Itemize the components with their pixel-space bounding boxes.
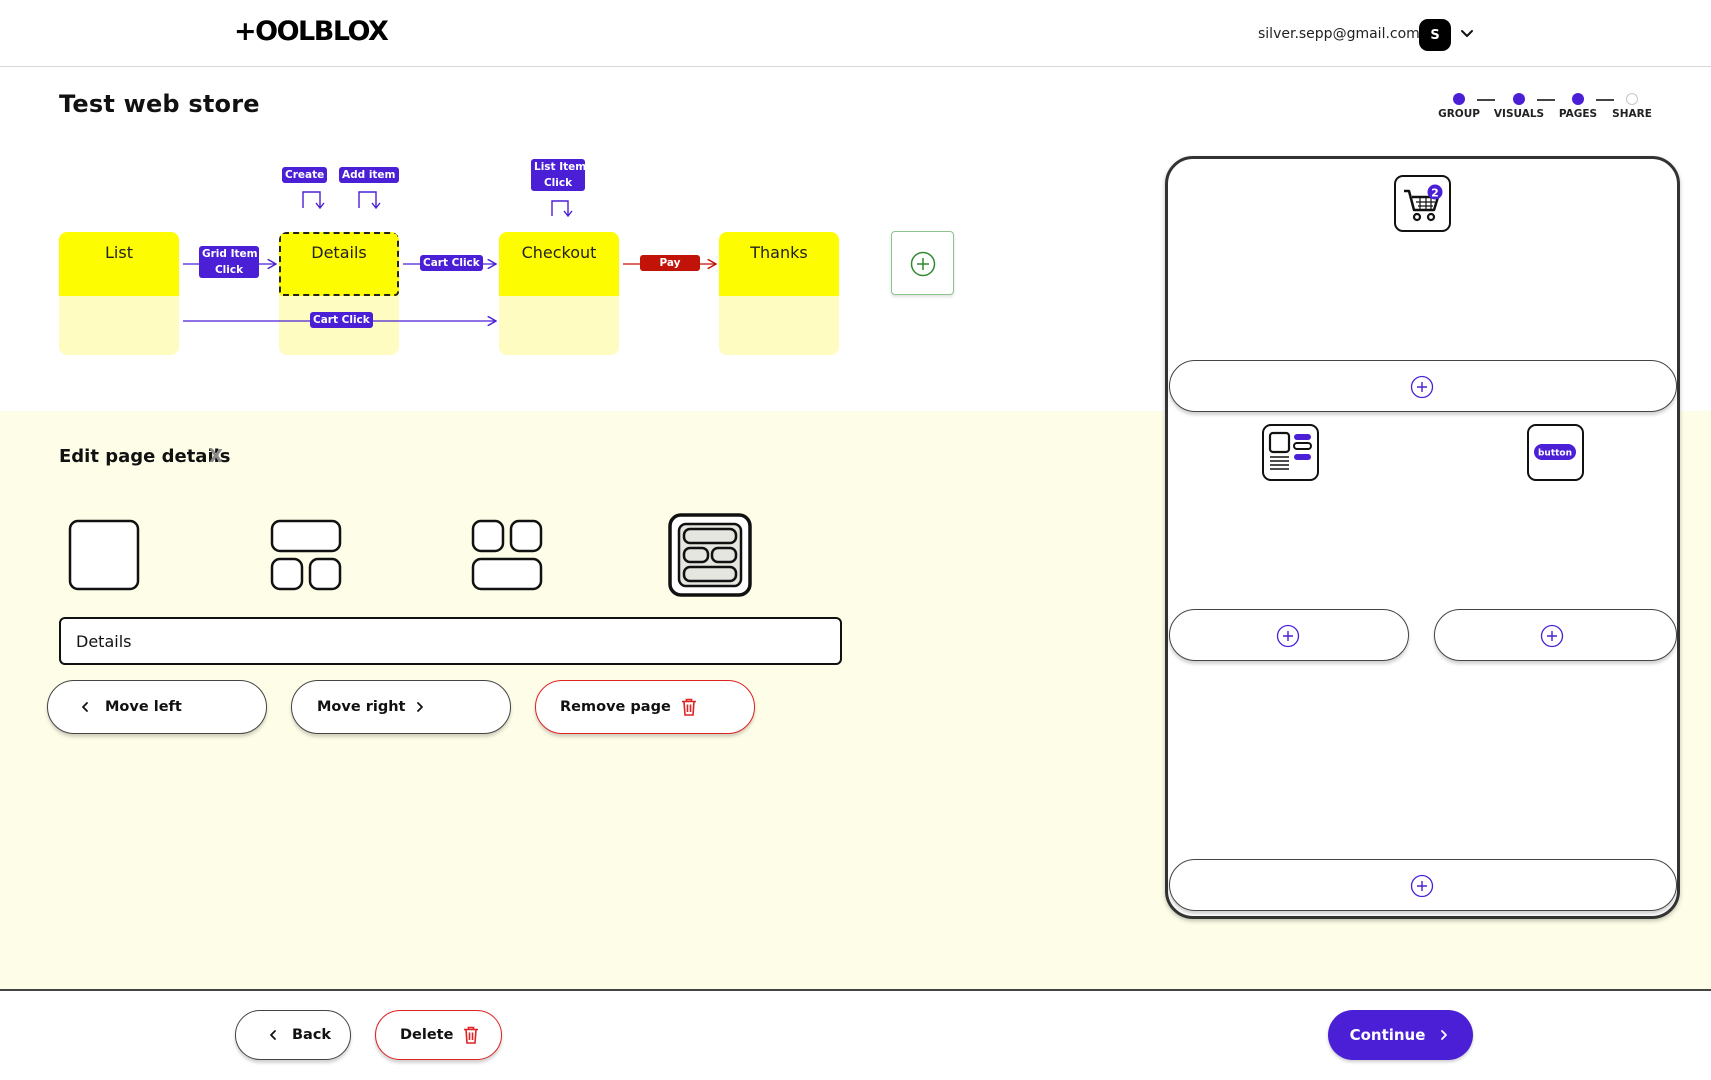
layout-option-top-two-bottom[interactable] bbox=[269, 518, 345, 594]
move-left-button[interactable]: Move left bbox=[47, 680, 267, 734]
drop-zone-row-2-right[interactable] bbox=[1434, 609, 1677, 661]
event-line: Click bbox=[214, 264, 244, 276]
remove-page-button[interactable]: Remove page bbox=[535, 680, 755, 734]
close-edit-button[interactable]: X bbox=[209, 446, 223, 467]
step-label-visuals: VISUALS bbox=[1493, 108, 1545, 120]
edit-panel-title: Edit page details bbox=[59, 446, 231, 467]
event-cart-click[interactable]: Cart Click bbox=[420, 255, 483, 271]
button-widget[interactable]: button bbox=[1527, 424, 1584, 481]
event-line: Click bbox=[543, 177, 573, 189]
chevron-down-icon[interactable] bbox=[1459, 25, 1475, 41]
shopping-cart-icon: 2 bbox=[1404, 184, 1443, 222]
step-connector bbox=[1537, 99, 1555, 101]
plus-circle-icon[interactable] bbox=[1410, 375, 1434, 399]
chevron-left-icon bbox=[82, 702, 88, 712]
avatar[interactable]: S bbox=[1419, 19, 1451, 51]
step-connector bbox=[1477, 99, 1495, 101]
chevron-right-icon bbox=[417, 702, 424, 712]
trash-icon bbox=[464, 1026, 479, 1044]
layout-option-single[interactable] bbox=[67, 518, 143, 594]
footer-divider bbox=[0, 989, 1711, 991]
phone-preview: 2 button bbox=[1165, 156, 1680, 919]
step-dot-pages[interactable] bbox=[1572, 93, 1584, 105]
chevron-right-icon bbox=[1441, 1030, 1448, 1040]
continue-label: Continue bbox=[1349, 1026, 1426, 1044]
move-right-label: Move right bbox=[317, 699, 406, 715]
delete-label: Delete bbox=[400, 1027, 454, 1043]
back-button[interactable]: Back bbox=[235, 1010, 351, 1060]
article-widget[interactable] bbox=[1262, 424, 1319, 481]
continue-button[interactable]: Continue bbox=[1328, 1010, 1473, 1060]
flow-connectors bbox=[183, 191, 1000, 400]
cart-badge-count: 2 bbox=[1431, 187, 1439, 200]
plus-circle-icon[interactable] bbox=[1410, 874, 1434, 898]
delete-button[interactable]: Delete bbox=[375, 1010, 502, 1060]
plus-circle-icon[interactable] bbox=[1540, 624, 1564, 648]
event-create[interactable]: Create bbox=[282, 167, 328, 183]
article-layout-icon bbox=[1268, 431, 1312, 470]
drop-zone-row-3[interactable] bbox=[1169, 859, 1677, 911]
layout-option-three-rows-selected[interactable] bbox=[668, 513, 753, 598]
layout-option-two-top-bottom[interactable] bbox=[470, 518, 546, 594]
button-widget-label: button bbox=[1538, 449, 1572, 459]
drop-zone-row-2-left[interactable] bbox=[1169, 609, 1409, 661]
event-line: List Item bbox=[534, 161, 587, 173]
step-dot-group[interactable] bbox=[1453, 93, 1465, 105]
button-widget-icon: button bbox=[1534, 444, 1576, 460]
move-left-label: Move left bbox=[105, 699, 182, 715]
trash-icon bbox=[681, 698, 696, 716]
chevron-left-icon bbox=[270, 1030, 276, 1040]
drop-zone-row-1[interactable] bbox=[1169, 360, 1677, 412]
cart-widget[interactable]: 2 bbox=[1394, 175, 1451, 232]
step-dot-visuals[interactable] bbox=[1513, 93, 1525, 105]
event-line: Grid Item bbox=[202, 248, 258, 260]
move-right-button[interactable]: Move right bbox=[291, 680, 511, 734]
plus-circle-icon bbox=[910, 251, 936, 277]
add-page-button[interactable] bbox=[891, 231, 954, 295]
user-email: silver.sepp@gmail.com bbox=[1258, 26, 1420, 42]
event-add-item[interactable]: Add item bbox=[339, 167, 399, 183]
remove-page-label: Remove page bbox=[560, 699, 671, 715]
event-cart-click[interactable]: Cart Click bbox=[310, 312, 373, 328]
back-label: Back bbox=[292, 1027, 332, 1043]
step-label-pages: PAGES bbox=[1558, 108, 1598, 120]
step-dot-share[interactable] bbox=[1626, 93, 1638, 105]
event-pay[interactable]: Pay bbox=[640, 255, 700, 271]
event-list-item-click[interactable]: List Item Click bbox=[531, 159, 587, 191]
event-grid-item-click[interactable]: Grid Item Click bbox=[199, 246, 259, 278]
step-label-group: GROUP bbox=[1438, 108, 1480, 120]
page-name-input[interactable] bbox=[59, 617, 842, 665]
step-label-share: SHARE bbox=[1612, 108, 1652, 120]
step-connector bbox=[1596, 99, 1614, 101]
plus-circle-icon[interactable] bbox=[1276, 624, 1300, 648]
